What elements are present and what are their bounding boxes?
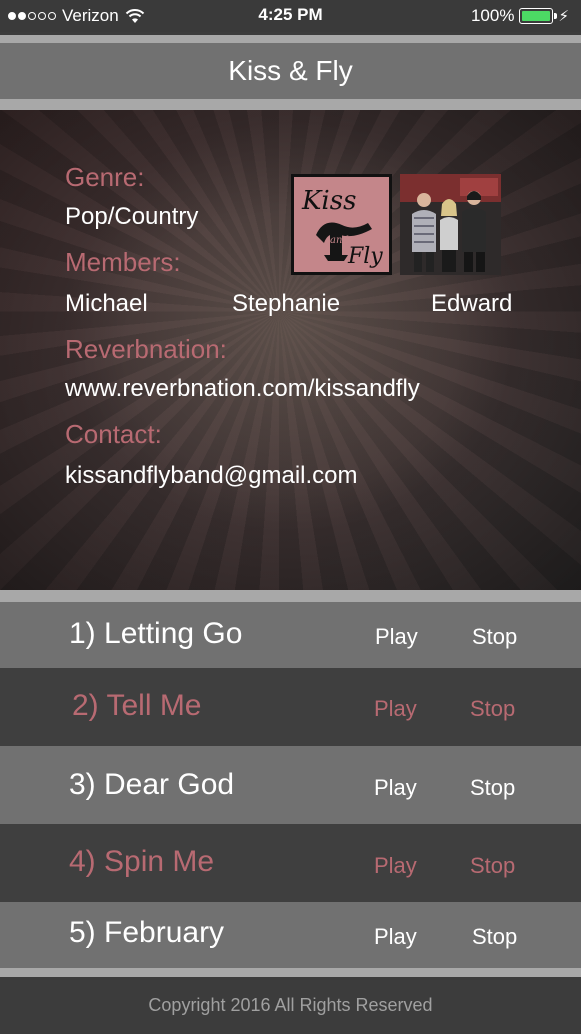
play-button[interactable]: Play bbox=[374, 924, 417, 950]
genre-label: Genre: bbox=[65, 162, 145, 192]
play-button[interactable]: Play bbox=[374, 853, 417, 879]
member-name: Stephanie bbox=[232, 290, 341, 317]
stop-button[interactable]: Stop bbox=[472, 624, 517, 650]
header-bottom-divider bbox=[0, 99, 581, 110]
song-row: 4) Spin Me Play Stop bbox=[0, 824, 581, 902]
battery-icon bbox=[519, 8, 558, 24]
stop-button[interactable]: Stop bbox=[470, 775, 515, 801]
band-info-panel: Genre: Pop/Country Members: Michael Step… bbox=[0, 110, 581, 590]
list-top-divider bbox=[0, 590, 581, 602]
battery-percent: 100% bbox=[470, 6, 515, 25]
battery-level bbox=[522, 11, 551, 21]
status-right: 100% ⚡︎ bbox=[471, 6, 569, 26]
member-name: Michael bbox=[65, 290, 148, 317]
song-title: 4) Spin Me bbox=[69, 845, 215, 878]
song-row: 1) Letting Go Play Stop bbox=[0, 602, 581, 668]
footer: Copyright 2016 All Rights Reserved bbox=[0, 977, 581, 1034]
band-logo-image: Kiss and Fly bbox=[291, 174, 392, 275]
reverbnation-link[interactable]: www.reverbnation.com/kissandfly bbox=[65, 375, 420, 403]
logo-text-kiss: Kiss bbox=[301, 186, 356, 216]
logo-text-and: and bbox=[330, 235, 349, 246]
nav-header: Kiss & Fly bbox=[0, 43, 581, 99]
song-title: 2) Tell Me bbox=[72, 689, 202, 722]
genre-value: Pop/Country bbox=[65, 203, 199, 230]
song-row: 5) February Play Stop bbox=[0, 902, 581, 968]
band-photo-image bbox=[400, 174, 501, 275]
charging-bolt-icon: ⚡︎ bbox=[558, 8, 569, 25]
status-bar: Verizon 4:25 PM 100% ⚡︎ bbox=[0, 0, 581, 32]
members-label: Members: bbox=[65, 247, 181, 277]
member-name: Edward bbox=[431, 290, 513, 317]
stop-button[interactable]: Stop bbox=[470, 696, 515, 722]
song-row: 3) Dear God Play Stop bbox=[0, 746, 581, 824]
contact-email[interactable]: kissandflyband@gmail.com bbox=[65, 462, 358, 490]
header-top-divider bbox=[0, 35, 581, 43]
song-title: 3) Dear God bbox=[69, 768, 235, 801]
stop-button[interactable]: Stop bbox=[470, 853, 515, 879]
stop-button[interactable]: Stop bbox=[472, 924, 517, 950]
footer-divider bbox=[0, 968, 581, 977]
song-title: 1) Letting Go bbox=[69, 617, 243, 650]
play-button[interactable]: Play bbox=[374, 696, 417, 722]
song-row: 2) Tell Me Play Stop bbox=[0, 668, 581, 746]
song-title: 5) February bbox=[69, 916, 225, 949]
logo-text-fly: Fly bbox=[347, 244, 383, 269]
copyright-text: Copyright 2016 All Rights Reserved bbox=[148, 995, 433, 1015]
reverbnation-label: Reverbnation: bbox=[65, 334, 227, 364]
play-button[interactable]: Play bbox=[374, 775, 417, 801]
play-button[interactable]: Play bbox=[375, 624, 418, 650]
contact-label: Contact: bbox=[65, 419, 162, 449]
page-title: Kiss & Fly bbox=[228, 55, 353, 86]
